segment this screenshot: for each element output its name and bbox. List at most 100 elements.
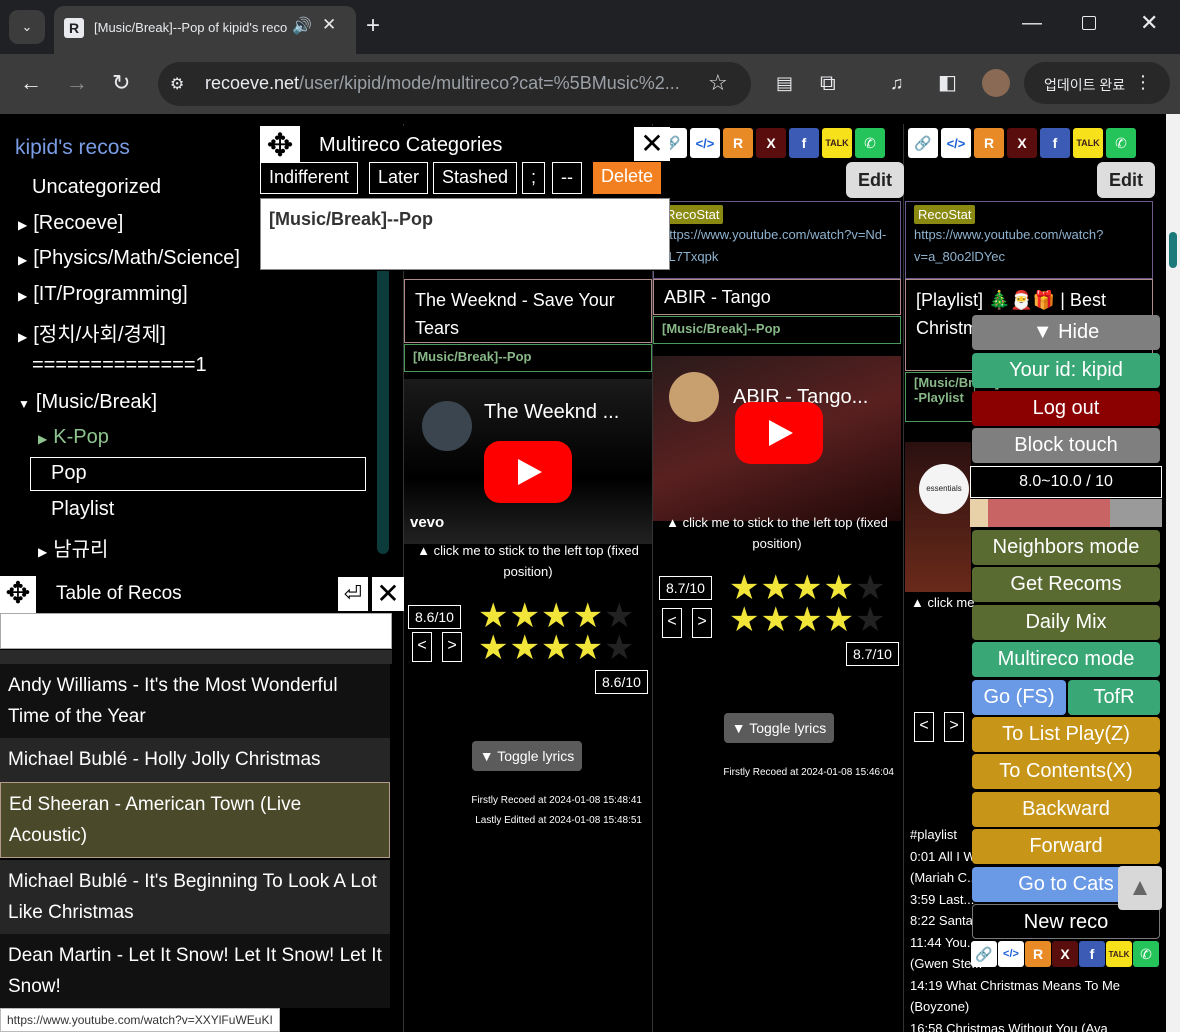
stick-left-top-note[interactable]: ▲ click me [905, 592, 974, 613]
cat-politics[interactable]: ▶ [정치/사회/경제] [18, 318, 166, 347]
neighbors-mode-button[interactable]: Neighbors mode [972, 530, 1160, 565]
star-icon[interactable]: ★ [729, 571, 759, 605]
recostat-button[interactable]: RecoStat [662, 205, 724, 224]
star-icon[interactable]: ★ [823, 603, 853, 637]
cat-music-break[interactable]: ▼ [Music/Break] [18, 391, 157, 414]
forward-button[interactable]: Forward [972, 829, 1160, 864]
cat-uncategorized[interactable]: Uncategorized [32, 176, 161, 199]
star-icon[interactable]: ★ [760, 603, 790, 637]
score-range-slider[interactable] [970, 499, 1162, 527]
minimize-icon[interactable]: — [1022, 12, 1042, 35]
update-button[interactable]: 업데이트 완료 ⋮ [1024, 62, 1170, 104]
new-tab-plus-icon[interactable]: + [366, 12, 380, 40]
expand-triangle-icon[interactable]: ▶ [18, 218, 27, 232]
move-icon[interactable]: ✥ [260, 126, 300, 166]
cat-recoeve[interactable]: ▶ [Recoeve] [18, 212, 123, 235]
star-icon[interactable]: ★ [792, 603, 822, 637]
reco-category[interactable]: [Music/Break]--Pop [653, 316, 901, 344]
close-icon[interactable]: ✕ [634, 127, 670, 161]
whatsapp-icon[interactable]: ✆ [855, 128, 885, 158]
toggle-lyrics-button[interactable]: ▼ Toggle lyrics [724, 713, 834, 743]
star-icon[interactable]: ★ [478, 599, 508, 633]
star-icon[interactable]: ★ [572, 599, 602, 633]
close-icon[interactable]: ✕ [372, 577, 404, 611]
close-tab-icon[interactable]: ✕ [322, 15, 336, 35]
site-title[interactable]: kipid's recos [15, 136, 130, 160]
reco-title[interactable]: ABIR - Tango [653, 279, 901, 315]
star-icon[interactable]: ★ [604, 599, 634, 633]
back-arrow-icon[interactable]: ← [20, 70, 42, 96]
site-info-icon[interactable]: ⚙ [170, 74, 184, 94]
go-fs-button[interactable]: Go (FS) [972, 680, 1066, 715]
reload-icon[interactable]: ↻ [112, 70, 130, 96]
stick-left-top-note[interactable]: ▲ click me to stick to the left top (fix… [404, 540, 652, 582]
get-recoms-button[interactable]: Get Recoms [972, 567, 1160, 602]
return-icon[interactable]: ⏎ [338, 577, 368, 611]
prev-score-button[interactable]: < [914, 712, 934, 742]
x-share-icon[interactable]: X [756, 128, 786, 158]
list-item-selected[interactable]: Ed Sheeran - American Town (Live Acousti… [0, 782, 390, 858]
more-menu-icon[interactable]: ⋮ [1134, 72, 1152, 93]
star-icon[interactable]: ★ [572, 631, 602, 665]
reco-url[interactable]: https://www.youtube.com/watch?v=a_80o2lD… [914, 224, 1144, 268]
list-item[interactable]: Michael Bublé - Holly Jolly Christmas [0, 738, 390, 782]
active-tab[interactable]: R [Music/Break]--Pop of kipid's reco 🔊 ✕ [54, 6, 356, 54]
edit-button[interactable]: Edit [1097, 162, 1155, 198]
star-icon[interactable]: ★ [729, 603, 759, 637]
logout-button[interactable]: Log out [972, 391, 1160, 426]
delete-button[interactable]: Delete [593, 162, 662, 194]
star-rating[interactable]: ★ ★ ★ ★ ★ ★ ★ ★ ★ ★ [478, 599, 643, 665]
page-scrollbar[interactable] [1166, 114, 1180, 1032]
window-close-icon[interactable]: ✕ [1140, 10, 1158, 36]
star-icon[interactable]: ★ [855, 571, 885, 605]
reco-category[interactable]: [Music/Break]--Pop [404, 344, 652, 372]
next-score-button[interactable]: > [692, 608, 712, 638]
star-icon[interactable]: ★ [509, 631, 539, 665]
kakaotalk-icon[interactable]: TALK [1073, 128, 1103, 158]
next-score-button[interactable]: > [442, 632, 462, 662]
your-id-button[interactable]: Your id: kipid [972, 353, 1160, 388]
to-list-play-button[interactable]: To List Play(Z) [972, 717, 1160, 752]
star-icon[interactable]: ★ [823, 571, 853, 605]
cat-kpop[interactable]: ▶ K-Pop [38, 426, 109, 449]
tofr-button[interactable]: TofR [1068, 680, 1160, 715]
kakaotalk-icon[interactable]: TALK [822, 128, 852, 158]
cat-pop[interactable]: Pop [51, 462, 87, 485]
media-control-icon[interactable]: ♫ [890, 70, 904, 96]
semicolon-button[interactable]: ; [522, 162, 546, 194]
block-touch-button[interactable]: Block touch [972, 428, 1160, 463]
slider-handle-right[interactable] [1110, 499, 1162, 527]
youtube-video[interactable]: ABIR - Tango... [653, 356, 901, 521]
side-panel-icon[interactable]: ◧ [938, 70, 957, 96]
code-icon[interactable]: </> [690, 128, 720, 158]
recoeve-icon[interactable]: R [974, 128, 1004, 158]
puzzle-extensions-icon[interactable]: ⧉ [820, 70, 836, 96]
star-icon[interactable]: ★ [541, 599, 571, 633]
reco-url[interactable]: https://www.youtube.com/watch?v=Nd-kL7Tx… [662, 224, 892, 268]
edit-button[interactable]: Edit [846, 162, 904, 198]
backward-button[interactable]: Backward [972, 792, 1160, 827]
url-text[interactable]: recoeve.net/user/kipid/mode/multireco?ca… [205, 73, 705, 94]
facebook-icon[interactable]: f [789, 128, 819, 158]
list-item[interactable]: Michael Bublé - It's Beginning To Look A… [0, 860, 390, 934]
star-icon[interactable]: ★ [604, 631, 634, 665]
categories-textarea[interactable]: [Music/Break]--Pop [260, 198, 670, 270]
star-icon[interactable]: ★ [541, 631, 571, 665]
recoeve-icon[interactable]: R [723, 128, 753, 158]
cat-it[interactable]: ▶ [IT/Programming] [18, 283, 188, 306]
forward-arrow-icon[interactable]: → [66, 70, 88, 96]
reco-category[interactable]: [Music/Break]--Playlist [905, 372, 1004, 422]
dash-button[interactable]: -- [552, 162, 582, 194]
stashed-button[interactable]: Stashed [433, 162, 518, 194]
table-search-input[interactable] [0, 613, 392, 649]
scroll-to-top-icon[interactable]: ▲ [1118, 866, 1162, 910]
maximize-icon[interactable] [1082, 16, 1096, 30]
youtube-play-icon[interactable] [484, 441, 572, 503]
toggle-lyrics-button[interactable]: ▼ Toggle lyrics [472, 741, 582, 771]
speaker-icon[interactable]: 🔊 [292, 16, 312, 36]
extension-app-icon[interactable]: ▤ [776, 70, 793, 96]
expand-triangle-icon[interactable]: ▶ [18, 330, 27, 344]
expand-triangle-icon[interactable]: ▶ [38, 545, 47, 559]
multireco-mode-button[interactable]: Multireco mode [972, 642, 1160, 677]
cat-divider[interactable]: ==============1 [32, 354, 207, 377]
